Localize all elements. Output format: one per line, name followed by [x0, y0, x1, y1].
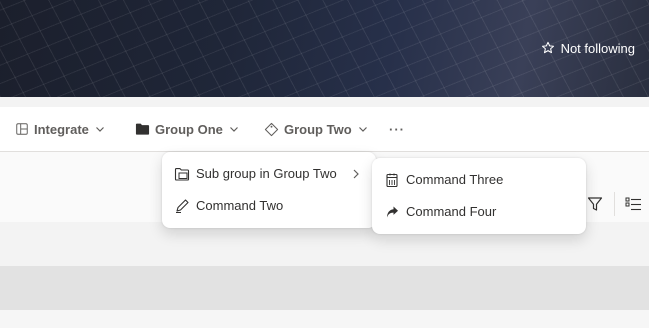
star-icon — [541, 41, 554, 54]
submenu-item-sub-group[interactable]: Sub group in Group Two — [162, 158, 376, 190]
tag-icon — [264, 122, 279, 136]
integrate-button[interactable]: Integrate — [15, 107, 106, 151]
view-options-button[interactable] — [624, 195, 642, 213]
share-arrow-icon — [387, 206, 398, 218]
submenu-item-label: Command Two — [196, 198, 284, 213]
command-bar: Integrate Group One Group Two ··· — [0, 107, 649, 152]
integrate-label: Integrate — [34, 121, 89, 137]
edit-icon — [176, 199, 189, 213]
banner-divider — [0, 97, 649, 107]
group-two-label: Group Two — [284, 121, 352, 137]
nested-item-command-four[interactable]: Command Four — [372, 196, 586, 228]
list-header-bar — [0, 266, 649, 310]
list-icon — [625, 197, 641, 211]
filter-button[interactable] — [586, 195, 604, 213]
list-content-area — [0, 310, 649, 328]
follow-label: Not following — [560, 40, 635, 56]
chevron-right-icon — [353, 169, 359, 179]
group-two-button[interactable]: Group Two — [264, 107, 369, 151]
site-banner: Not following — [0, 0, 649, 97]
folder-open-icon — [174, 168, 190, 181]
nested-item-label: Command Four — [406, 204, 497, 219]
filter-icon — [587, 197, 603, 211]
submenu-item-label: Sub group in Group Two — [196, 166, 337, 181]
calendar-icon — [386, 173, 398, 188]
group-one-label: Group One — [155, 121, 223, 137]
more-icon: ··· — [389, 121, 405, 137]
group-two-submenu: Sub group in Group Two Command Two — [162, 152, 376, 228]
group-one-button[interactable]: Group One — [135, 107, 240, 151]
submenu-item-command-two[interactable]: Command Two — [162, 190, 376, 222]
nested-item-label: Command Three — [406, 172, 504, 187]
chevron-down-icon — [358, 127, 367, 132]
follow-button[interactable]: Not following — [541, 37, 635, 59]
nested-item-command-three[interactable]: Command Three — [372, 164, 586, 196]
chevron-down-icon — [95, 127, 104, 132]
more-options-button[interactable]: ··· — [389, 107, 405, 151]
folder-icon — [135, 123, 150, 135]
integrate-icon — [16, 123, 28, 135]
toolbar-divider — [614, 192, 615, 216]
nested-submenu: Command Three Command Four — [372, 158, 586, 234]
chevron-down-icon — [229, 127, 238, 132]
